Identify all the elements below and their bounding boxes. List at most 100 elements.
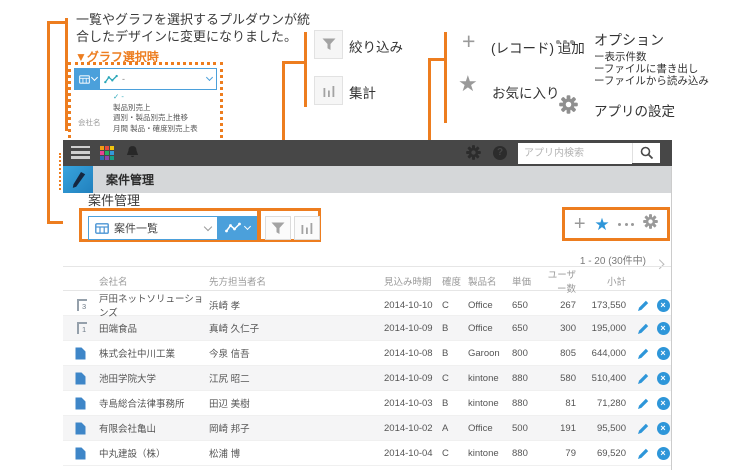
contact-cell: 田辺 美樹: [209, 396, 384, 410]
add-record-button[interactable]: +: [574, 214, 586, 234]
pencil-icon: [637, 299, 650, 312]
users-cell: 300: [544, 323, 582, 334]
edit-record-button[interactable]: [632, 347, 654, 360]
edit-record-button[interactable]: [632, 447, 654, 460]
subtotal-cell: 644,000: [582, 348, 632, 359]
product-cell: Garoon: [468, 348, 512, 359]
edit-record-button[interactable]: [632, 397, 654, 410]
app-launcher-button[interactable]: [100, 146, 114, 160]
product-cell: kintone: [468, 398, 512, 409]
aggregate-button[interactable]: [294, 216, 320, 240]
table-icon: [79, 75, 90, 84]
pagination-range: 1 - 20 (30件中): [580, 252, 646, 267]
company-cell: 田端食品: [99, 321, 209, 335]
users-cell: 191: [544, 423, 582, 434]
subtotal-cell: 95,500: [582, 423, 632, 434]
menu-item: 製品別売上: [113, 103, 213, 114]
bar-chart-icon: [323, 85, 335, 97]
intro-note: 一覧やグラフを選択するプルダウンが統 合したデザインに変更になりました。: [76, 11, 310, 45]
delete-record-button[interactable]: ×: [654, 372, 672, 385]
delete-record-button[interactable]: ×: [654, 322, 672, 335]
options-label: オプション: [594, 30, 664, 50]
date-cell: 2014-10-03: [384, 398, 442, 409]
pencil-icon: [637, 372, 650, 385]
delete-record-button[interactable]: ×: [654, 397, 672, 410]
probability-cell: B: [442, 323, 468, 334]
line-chart-icon: [225, 222, 241, 234]
comment-count-icon: 1: [77, 322, 87, 334]
app-settings-label: アプリの設定: [594, 100, 675, 120]
chevron-down-icon: [90, 74, 97, 81]
mini-dropdown-menu: ✓ - 製品別売上 週別・製品別売上推移 月間 製品・確度別売上表: [113, 92, 213, 134]
callout-line: [444, 32, 447, 123]
options-button[interactable]: [618, 223, 634, 226]
notification-bell-button[interactable]: [126, 145, 139, 165]
hamburger-menu-button[interactable]: [71, 146, 90, 159]
delete-record-button[interactable]: ×: [654, 422, 672, 435]
company-cell: 中丸建設（株）: [99, 446, 209, 460]
circle-x-icon: ×: [657, 322, 670, 335]
company-cell: 寺島総合法律事務所: [99, 396, 209, 410]
product-cell: kintone: [468, 448, 512, 459]
unit-price-cell: 800: [512, 348, 544, 359]
header-cell: 会社名: [99, 274, 209, 288]
unit-price-cell: 650: [512, 323, 544, 334]
search-icon: [640, 146, 654, 160]
unit-price-cell: 880: [512, 398, 544, 409]
document-icon: [75, 347, 86, 360]
edit-record-button[interactable]: [632, 299, 654, 312]
date-cell: 2014-10-09: [384, 323, 442, 334]
header-cell: 確度: [442, 274, 468, 288]
app-settings-button[interactable]: [643, 214, 658, 234]
table-row[interactable]: 寺島総合法律事務所 田辺 美樹 2014-10-03 B kintone 880…: [63, 391, 672, 416]
chevron-down-icon: [206, 74, 213, 81]
edit-record-button[interactable]: [632, 322, 654, 335]
graph-dropdown-button[interactable]: [218, 216, 257, 240]
subtotal-cell: 510,400: [582, 373, 632, 384]
probability-cell: B: [442, 398, 468, 409]
kintone-window: ? 案件管理 案件管理 案件一覧: [63, 140, 672, 470]
document-icon: [75, 397, 86, 410]
contact-cell: 岡崎 邦子: [209, 421, 384, 435]
contact-cell: 浜崎 孝: [209, 298, 384, 312]
filter-button[interactable]: [265, 216, 291, 240]
edit-record-button[interactable]: [632, 372, 654, 385]
callout-line: [282, 61, 306, 64]
table-header-row: 会社名 先方担当者名 見込み時期 確度 製品名 単価 ユーザー数 小計: [63, 266, 672, 291]
screenshot-canvas: 一覧やグラフを選択するプルダウンが統 合したデザインに変更になりました。 ▼グラ…: [0, 0, 745, 470]
product-cell: Office: [468, 300, 512, 311]
app-icon-callout-marker: [59, 153, 61, 190]
plus-icon: +: [462, 30, 475, 53]
search-button[interactable]: [632, 143, 660, 163]
favorite-button[interactable]: ★: [594, 216, 609, 233]
edit-record-button[interactable]: [632, 422, 654, 435]
probability-cell: C: [442, 448, 468, 459]
gear-icon: [466, 145, 481, 160]
help-button[interactable]: ?: [493, 146, 507, 160]
gear-icon: [643, 214, 658, 229]
table-row[interactable]: 有限会社亀山 岡崎 邦子 2014-10-02 A Office 500 191…: [63, 416, 672, 441]
delete-record-button[interactable]: ×: [654, 347, 672, 360]
delete-record-button[interactable]: ×: [654, 299, 672, 312]
header-settings-button[interactable]: [466, 145, 481, 165]
delete-record-button[interactable]: ×: [654, 447, 672, 460]
table-row[interactable]: 1 田端食品 真崎 久仁子 2014-10-09 B Office 650 30…: [63, 316, 672, 341]
company-cell: 戸田ネットソリューションズ: [99, 291, 209, 319]
circle-x-icon: ×: [657, 372, 670, 385]
probability-cell: C: [442, 373, 468, 384]
table-row[interactable]: 株式会社中川工業 今泉 信吾 2014-10-08 B Garoon 800 8…: [63, 341, 672, 366]
search-input[interactable]: [518, 144, 632, 164]
pencil-icon: [637, 347, 650, 360]
table-row[interactable]: 池田学院大学 江尻 昭二 2014-10-09 C kintone 880 58…: [63, 366, 672, 391]
contact-cell: 真崎 久仁子: [209, 321, 384, 335]
unit-price-cell: 500: [512, 423, 544, 434]
circle-x-icon: ×: [657, 422, 670, 435]
star-icon: ★: [458, 73, 478, 95]
table-row[interactable]: 中丸建設（株） 松浦 博 2014-10-04 C kintone 880 79…: [63, 441, 672, 466]
probability-cell: C: [442, 300, 468, 311]
options-item: ーファイルから読み込み: [594, 73, 709, 88]
aggregate-label: 集計: [349, 82, 376, 102]
circle-x-icon: ×: [657, 299, 670, 312]
filter-label: 絞り込み: [349, 36, 403, 56]
view-dropdown[interactable]: 案件一覧: [88, 216, 218, 240]
